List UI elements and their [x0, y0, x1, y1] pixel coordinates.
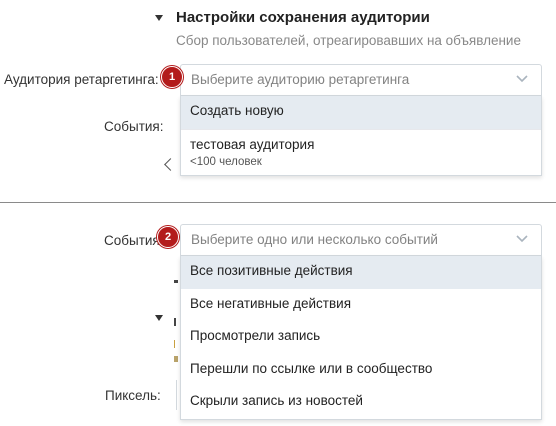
- option-label: Скрыли запись из новостей: [190, 393, 363, 408]
- step-badge-2: 2: [157, 226, 179, 248]
- events-dropdown: Все позитивные действия Все негативные д…: [180, 256, 542, 420]
- collapse-triangle-icon[interactable]: [155, 15, 163, 21]
- events-select-placeholder: Выберите одно или несколько событий: [191, 232, 438, 247]
- section-divider: [0, 202, 556, 203]
- option-label: Все позитивные действия: [190, 263, 353, 278]
- option-followed-link[interactable]: Перешли по ссылке или в сообщество: [181, 354, 541, 387]
- partial-text-fragment: [174, 280, 178, 283]
- events-select[interactable]: Выберите одно или несколько событий: [180, 224, 542, 256]
- pixel-select-edge: [176, 380, 177, 410]
- chevron-down-icon: [516, 235, 528, 243]
- partial-text-fragment: [174, 356, 178, 362]
- option-label: Перешли по ссылке или в сообщество: [190, 360, 433, 376]
- option-all-negative[interactable]: Все негативные действия: [181, 289, 541, 322]
- chevron-down-icon: [516, 75, 528, 83]
- option-label: Просмотрели запись: [190, 328, 321, 343]
- events-label-top: События:: [104, 119, 164, 134]
- option-all-positive[interactable]: Все позитивные действия: [181, 256, 541, 289]
- audience-label: Аудитория ретаргетинга:: [4, 72, 159, 87]
- option-test-audience[interactable]: тестовая аудитория <100 человек: [181, 128, 541, 175]
- option-audience-size: <100 человек: [190, 155, 262, 168]
- option-label: тестовая аудитория: [190, 136, 315, 152]
- events-label-bottom: События:: [104, 233, 164, 248]
- option-hid-post[interactable]: Скрыли запись из новостей: [181, 386, 541, 419]
- collapse-triangle-icon[interactable]: [155, 315, 163, 321]
- step-badge-1: 1: [161, 66, 183, 88]
- option-create-new[interactable]: Создать новую: [181, 96, 541, 129]
- audience-dropdown: Создать новую тестовая аудитория <100 че…: [180, 96, 542, 176]
- pixel-label: Пиксель:: [105, 388, 161, 403]
- option-viewed-post[interactable]: Просмотрели запись: [181, 321, 541, 354]
- audience-select[interactable]: Выберите аудиторию ретаргетинга: [180, 64, 542, 96]
- partial-arrow-fragment: [164, 158, 177, 171]
- section-title: Настройки сохранения аудитории: [176, 9, 430, 26]
- audience-select-placeholder: Выберите аудиторию ретаргетинга: [191, 72, 410, 87]
- option-label: Все негативные действия: [190, 295, 352, 311]
- section-subtitle: Сбор пользователей, отреагировавших на о…: [176, 33, 521, 48]
- option-label: Создать новую: [190, 103, 284, 118]
